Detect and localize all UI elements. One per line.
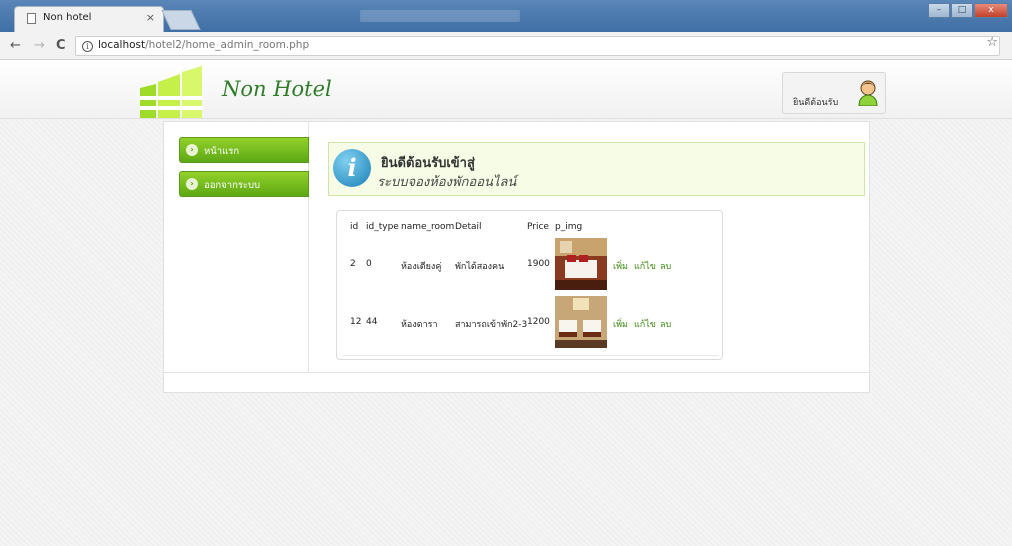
bookmark-star-icon[interactable]: ☆	[986, 35, 998, 50]
browser-tab[interactable]: Non hotel ×	[14, 6, 164, 32]
cell-name-room: ห้องดารา	[401, 320, 438, 330]
cell-price: 1200	[527, 317, 550, 327]
arrow-right-icon: ›	[186, 178, 198, 190]
page-icon	[27, 13, 36, 24]
url-path: /hotel2/home_admin_room.php	[145, 39, 310, 51]
column-header-name-room: name_room	[401, 222, 455, 232]
column-header-price: Price	[527, 222, 549, 232]
room-table: id id_type name_room Detail Price p_img …	[336, 210, 723, 360]
cell-detail: พักได้สองคน	[455, 262, 505, 272]
maximize-button[interactable]: □	[951, 3, 973, 18]
delete-link[interactable]: ลบ	[660, 259, 671, 273]
cell-name-room: ห้องเตียงคู่	[401, 262, 442, 272]
welcome-panel: ยินดีต้อนรับ	[782, 72, 886, 114]
cell-detail: สามารถเข้าพัก2-3	[455, 320, 528, 330]
cell-id: 2	[350, 259, 356, 269]
info-icon: i	[333, 149, 371, 187]
main-content: › หน้าแรก › ออกจากระบบ i ยินดีต้อนรับเข้…	[163, 121, 871, 393]
tab-close-icon[interactable]: ×	[146, 11, 155, 24]
url-host: localhost	[98, 39, 146, 51]
banner-title: ยินดีต้อนรับเข้าสู่	[381, 156, 475, 171]
site-logo-text[interactable]: Non Hotel	[222, 77, 332, 101]
welcome-banner: i ยินดีต้อนรับเข้าสู่ ระบบจองห้องพักออนไ…	[328, 142, 865, 196]
banner-subtitle: ระบบจองห้องพักออนไลน์	[377, 175, 517, 190]
user-avatar-icon	[858, 80, 878, 106]
column-header-detail: Detail	[455, 222, 482, 232]
cell-id: 12	[350, 317, 362, 327]
edit-link[interactable]: แก้ไข	[634, 317, 656, 331]
menu-item-logout[interactable]: › ออกจากระบบ	[179, 171, 309, 197]
arrow-right-icon: ›	[186, 144, 198, 156]
taskbar-area	[360, 10, 520, 22]
hotel-logo-icon	[140, 66, 202, 118]
content-footer-divider	[164, 372, 871, 373]
delete-link[interactable]: ลบ	[660, 317, 671, 331]
cell-id-type: 44	[366, 317, 378, 327]
cell-id-type: 0	[366, 259, 372, 269]
room-photo	[555, 238, 607, 290]
new-tab-button[interactable]	[161, 10, 201, 30]
menu-item-home[interactable]: › หน้าแรก	[179, 137, 309, 163]
column-header-p-img: p_img	[555, 222, 583, 232]
info-icon[interactable]: i	[82, 41, 93, 52]
site-header: Non Hotel ยินดีต้อนรับ	[0, 61, 1012, 119]
tab-title: Non hotel	[43, 12, 92, 23]
edit-link[interactable]: แก้ไข	[634, 259, 656, 273]
cell-price: 1900	[527, 259, 550, 269]
address-bar[interactable]: i localhost/hotel2/home_admin_room.php	[75, 36, 1000, 56]
browser-tabstrip: Non hotel × – □ x	[0, 0, 1012, 32]
window-controls: – □ x	[928, 3, 1008, 18]
welcome-text: ยินดีต้อนรับ	[793, 98, 839, 108]
menu-item-label: หน้าแรก	[204, 146, 240, 157]
column-header-id-type: id_type	[366, 222, 399, 232]
minimize-button[interactable]: –	[928, 3, 950, 18]
browser-toolbar: ← → C i localhost/hotel2/home_admin_room…	[0, 32, 1012, 60]
reload-icon[interactable]: C	[56, 38, 66, 53]
table-divider	[343, 355, 718, 356]
sidebar: › หน้าแรก › ออกจากระบบ	[164, 122, 309, 372]
page-viewport: Non Hotel ยินดีต้อนรับ › หน้าแรก › ออกจา…	[0, 61, 1012, 546]
column-header-id: id	[350, 222, 359, 232]
forward-icon[interactable]: →	[34, 38, 45, 53]
add-link[interactable]: เพิ่ม	[613, 317, 628, 331]
back-icon[interactable]: ←	[10, 38, 21, 53]
menu-item-label: ออกจากระบบ	[204, 180, 261, 191]
close-window-button[interactable]: x	[974, 3, 1008, 18]
room-photo	[555, 296, 607, 348]
add-link[interactable]: เพิ่ม	[613, 259, 628, 273]
